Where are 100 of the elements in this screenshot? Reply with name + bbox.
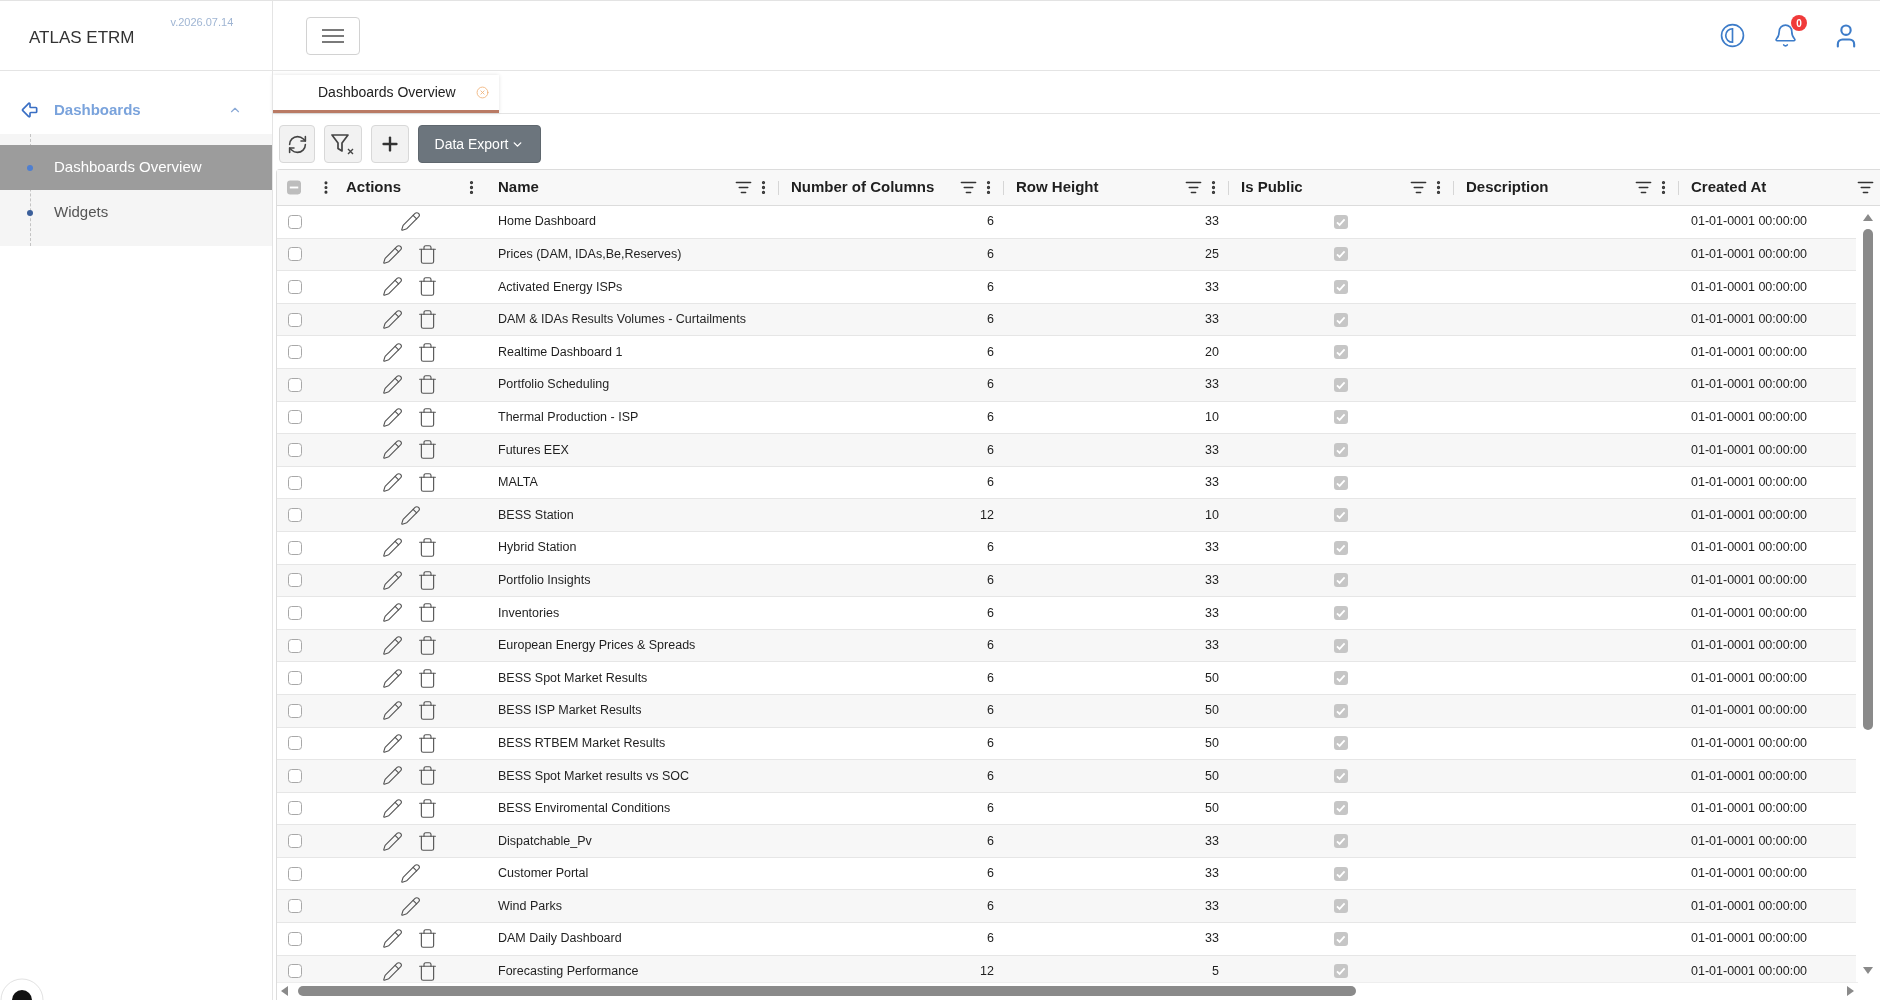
public-checkbox[interactable] xyxy=(1333,605,1348,620)
public-checkbox[interactable] xyxy=(1333,638,1348,653)
filter-icon[interactable] xyxy=(735,179,752,196)
public-checkbox[interactable] xyxy=(1333,703,1348,718)
public-checkbox[interactable] xyxy=(1333,442,1348,457)
edit-pencil-icon[interactable] xyxy=(399,895,421,917)
public-checkbox[interactable] xyxy=(1333,247,1348,262)
row-checkbox[interactable] xyxy=(288,866,302,881)
row-checkbox[interactable] xyxy=(288,247,302,262)
edit-pencil-icon[interactable] xyxy=(399,211,421,233)
delete-trash-icon[interactable] xyxy=(417,439,438,461)
delete-trash-icon[interactable] xyxy=(417,732,438,754)
edit-pencil-icon[interactable] xyxy=(382,667,403,689)
edit-pencil-icon[interactable] xyxy=(382,341,403,363)
data-export-button[interactable]: Data Export xyxy=(418,125,541,163)
tab[interactable]: Dashboards Overview xyxy=(273,75,499,113)
scrollbar-thumb[interactable] xyxy=(1863,229,1873,730)
row-checkbox[interactable] xyxy=(288,964,302,979)
row-checkbox[interactable] xyxy=(288,801,302,816)
delete-trash-icon[interactable] xyxy=(417,602,438,624)
delete-trash-icon[interactable] xyxy=(417,537,438,559)
public-checkbox[interactable] xyxy=(1333,768,1348,783)
delete-trash-icon[interactable] xyxy=(417,700,438,722)
row-checkbox[interactable] xyxy=(288,214,302,229)
delete-trash-icon[interactable] xyxy=(417,472,438,494)
row-checkbox[interactable] xyxy=(288,280,302,294)
public-checkbox[interactable] xyxy=(1333,345,1348,360)
scroll-left-arrow-icon[interactable] xyxy=(281,985,288,996)
edit-pencil-icon[interactable] xyxy=(382,602,403,624)
row-checkbox[interactable] xyxy=(288,671,302,686)
edit-pencil-icon[interactable] xyxy=(399,863,421,885)
edit-pencil-icon[interactable] xyxy=(382,276,403,298)
delete-trash-icon[interactable] xyxy=(417,765,438,787)
scroll-down-arrow-icon[interactable] xyxy=(1863,967,1873,974)
sidebar-section[interactable]: Dashboards xyxy=(0,88,272,132)
delete-trash-icon[interactable] xyxy=(417,406,438,428)
row-checkbox[interactable] xyxy=(288,703,302,718)
row-checkbox[interactable] xyxy=(288,508,302,523)
edit-pencil-icon[interactable] xyxy=(382,928,403,950)
delete-trash-icon[interactable] xyxy=(417,798,438,819)
select-all-checkbox[interactable] xyxy=(287,180,302,195)
menu-button[interactable] xyxy=(306,16,360,55)
row-checkbox[interactable] xyxy=(288,377,302,392)
public-checkbox[interactable] xyxy=(1333,508,1348,523)
public-checkbox[interactable] xyxy=(1333,899,1348,914)
delete-trash-icon[interactable] xyxy=(417,309,438,331)
public-checkbox[interactable] xyxy=(1333,410,1348,425)
refresh-button[interactable] xyxy=(279,125,315,163)
filter-icon[interactable] xyxy=(1185,179,1202,196)
delete-trash-icon[interactable] xyxy=(417,341,438,363)
edit-pencil-icon[interactable] xyxy=(382,732,403,754)
scroll-right-arrow-icon[interactable] xyxy=(1847,985,1854,996)
delete-trash-icon[interactable] xyxy=(417,928,438,950)
row-checkbox[interactable] xyxy=(288,931,302,946)
public-checkbox[interactable] xyxy=(1333,801,1348,816)
delete-trash-icon[interactable] xyxy=(417,569,438,591)
delete-trash-icon[interactable] xyxy=(417,960,438,982)
public-checkbox[interactable] xyxy=(1333,540,1348,555)
public-checkbox[interactable] xyxy=(1333,964,1348,979)
sidebar-item[interactable]: Widgets xyxy=(0,190,272,235)
edit-pencil-icon[interactable] xyxy=(382,960,403,982)
public-checkbox[interactable] xyxy=(1333,866,1348,881)
edit-pencil-icon[interactable] xyxy=(382,537,403,559)
delete-trash-icon[interactable] xyxy=(417,276,438,298)
public-checkbox[interactable] xyxy=(1333,573,1348,588)
row-checkbox[interactable] xyxy=(288,736,302,751)
filter-icon[interactable] xyxy=(1635,179,1652,196)
edit-pencil-icon[interactable] xyxy=(382,830,403,852)
sidebar-item[interactable]: Dashboards Overview xyxy=(0,145,272,190)
edit-pencil-icon[interactable] xyxy=(382,569,403,591)
delete-trash-icon[interactable] xyxy=(417,667,438,689)
public-checkbox[interactable] xyxy=(1333,377,1348,392)
public-checkbox[interactable] xyxy=(1333,736,1348,751)
row-checkbox[interactable] xyxy=(288,605,302,620)
delete-trash-icon[interactable] xyxy=(417,374,438,396)
public-checkbox[interactable] xyxy=(1333,475,1348,490)
edit-pencil-icon[interactable] xyxy=(382,439,403,461)
public-checkbox[interactable] xyxy=(1333,214,1348,229)
row-checkbox[interactable] xyxy=(288,312,302,327)
row-checkbox[interactable] xyxy=(288,442,302,457)
row-checkbox[interactable] xyxy=(288,638,302,653)
public-checkbox[interactable] xyxy=(1333,931,1348,946)
delete-trash-icon[interactable] xyxy=(417,243,438,265)
public-checkbox[interactable] xyxy=(1333,312,1348,327)
row-checkbox[interactable] xyxy=(288,475,302,490)
scroll-up-arrow-icon[interactable] xyxy=(1863,214,1873,221)
row-checkbox[interactable] xyxy=(288,768,302,783)
edit-pencil-icon[interactable] xyxy=(382,635,403,656)
edit-pencil-icon[interactable] xyxy=(382,700,403,722)
filter-icon[interactable] xyxy=(1857,179,1874,196)
contrast-icon[interactable] xyxy=(1720,23,1745,48)
public-checkbox[interactable] xyxy=(1333,671,1348,686)
row-checkbox[interactable] xyxy=(288,899,302,914)
edit-pencil-icon[interactable] xyxy=(382,374,403,396)
edit-pencil-icon[interactable] xyxy=(382,243,403,265)
filter-icon[interactable] xyxy=(960,179,977,196)
edit-pencil-icon[interactable] xyxy=(382,472,403,494)
public-checkbox[interactable] xyxy=(1333,280,1348,294)
edit-pencil-icon[interactable] xyxy=(399,504,421,526)
row-checkbox[interactable] xyxy=(288,573,302,588)
